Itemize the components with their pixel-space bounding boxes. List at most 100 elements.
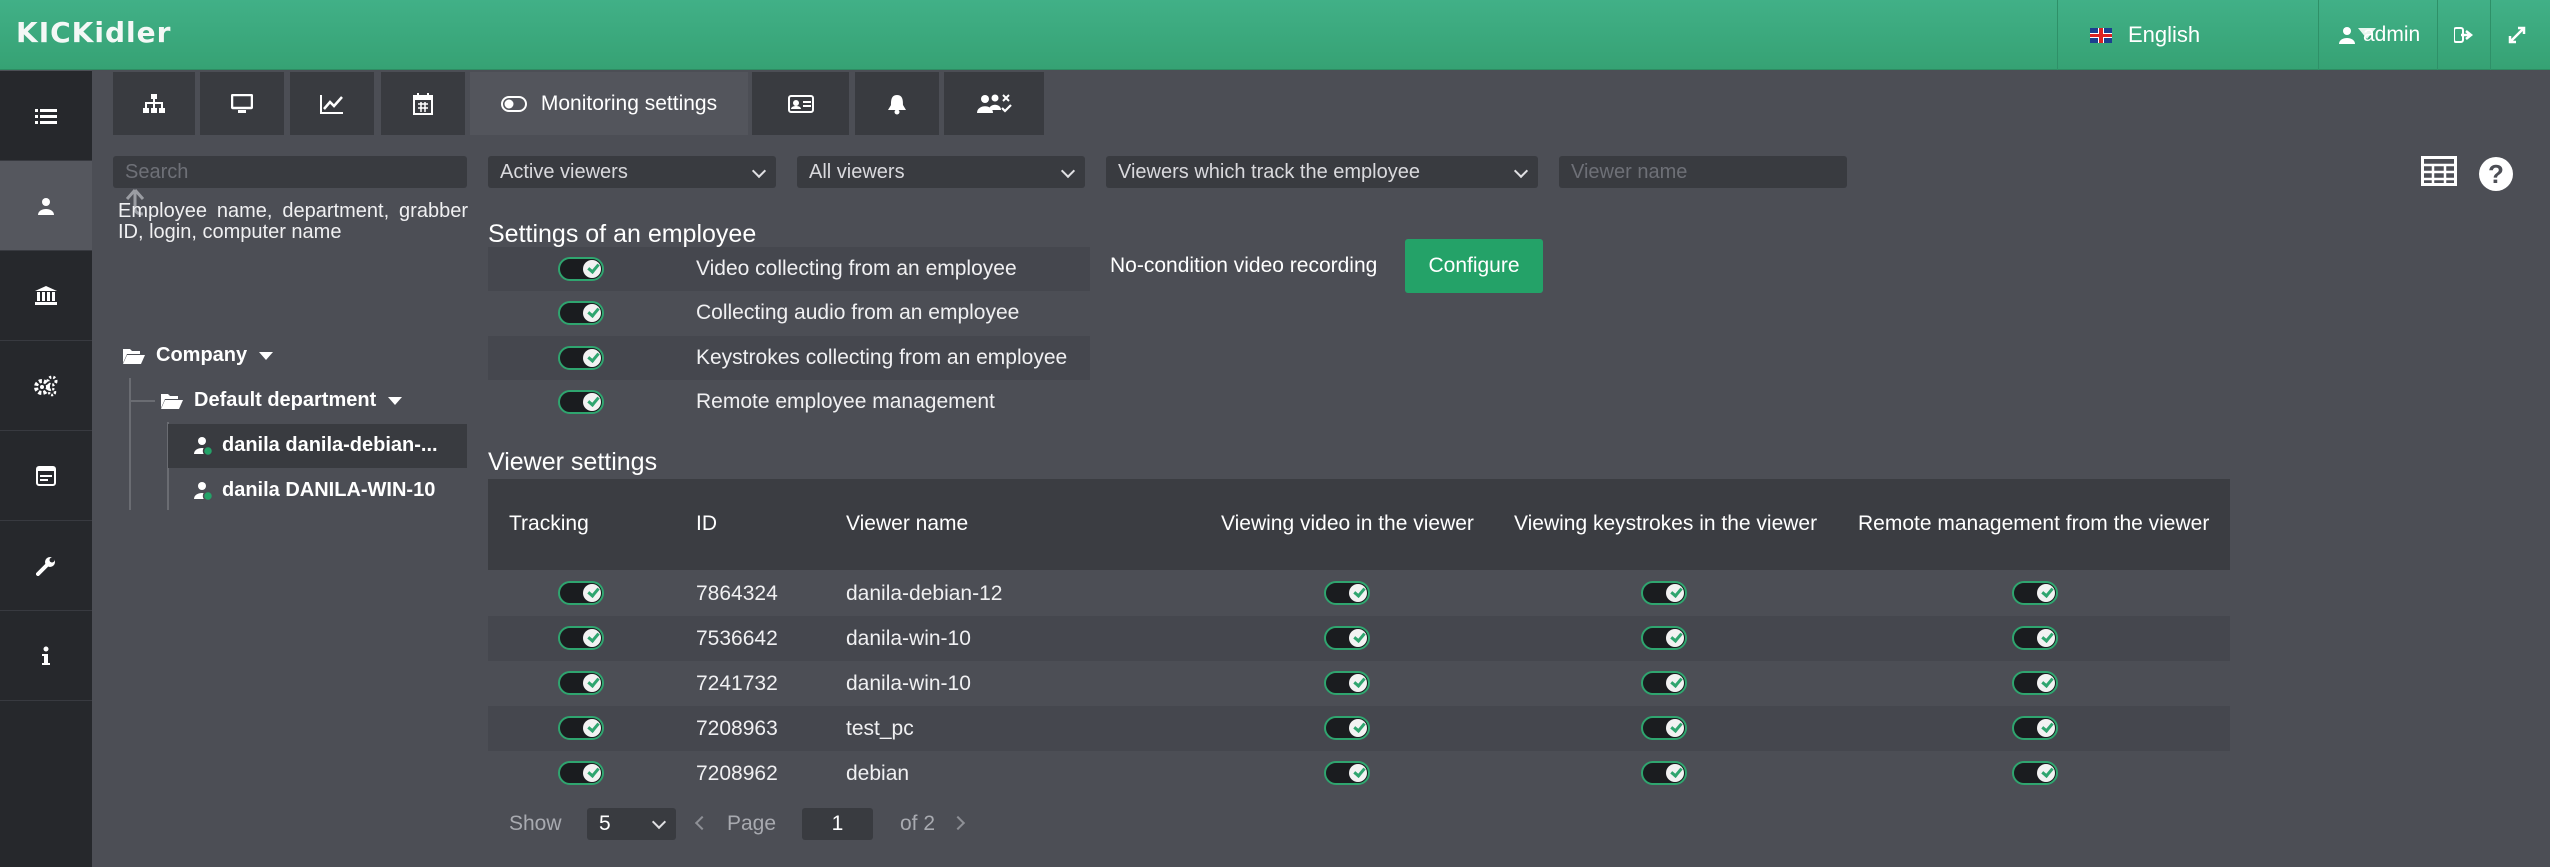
all-viewers-select[interactable]: All viewers bbox=[797, 156, 1085, 188]
page-total: of 2 bbox=[900, 812, 936, 835]
tracking-toggle[interactable] bbox=[558, 626, 604, 650]
setting-label: Video collecting from an employee bbox=[696, 257, 1017, 280]
help-button[interactable]: ? bbox=[2478, 156, 2514, 197]
tracking-filter-value: Viewers which track the employee bbox=[1118, 160, 1420, 183]
uk-flag-icon bbox=[2090, 27, 2112, 43]
video-toggle[interactable] bbox=[1324, 671, 1370, 695]
configure-button[interactable]: Configure bbox=[1405, 239, 1543, 293]
chevron-down-icon bbox=[651, 814, 667, 830]
page-label: Page bbox=[727, 812, 777, 835]
kickidler-logo[interactable]: KICKidler bbox=[16, 16, 171, 49]
sidebar-item-tools[interactable] bbox=[0, 521, 92, 611]
video-toggle[interactable] bbox=[1324, 716, 1370, 740]
viewer-name-input[interactable] bbox=[1559, 156, 1847, 188]
toggle-switch[interactable] bbox=[558, 390, 604, 414]
tracking-toggle[interactable] bbox=[558, 716, 604, 740]
video-toggle[interactable] bbox=[1324, 626, 1370, 650]
video-toggle[interactable] bbox=[1324, 761, 1370, 785]
tree-employee[interactable]: danila danila-debian-... bbox=[194, 434, 438, 457]
tree-department[interactable]: Default department bbox=[160, 389, 403, 412]
sidebar-item-institution[interactable] bbox=[0, 251, 92, 341]
next-page-icon[interactable] bbox=[950, 815, 966, 831]
keystrokes-toggle[interactable] bbox=[1641, 761, 1687, 785]
folder-open-icon bbox=[123, 348, 145, 364]
setting-label: Keystrokes collecting from an employee bbox=[696, 346, 1068, 369]
calendar-window-icon bbox=[36, 465, 56, 486]
tab-analytics[interactable] bbox=[290, 72, 374, 135]
tab-monitor[interactable] bbox=[200, 72, 284, 135]
columns-button[interactable] bbox=[2421, 156, 2457, 191]
user-menu[interactable]: admin bbox=[2318, 0, 2438, 70]
tab-calendar[interactable] bbox=[381, 72, 465, 135]
viewer-name: danila-win-10 bbox=[846, 627, 971, 650]
employee-online-icon bbox=[194, 481, 214, 501]
sidebar-item-schedule[interactable] bbox=[0, 431, 92, 521]
table-row: 7536642 danila-win-10 bbox=[488, 616, 2230, 661]
video-mode-label: No-condition video recording bbox=[1110, 254, 1378, 277]
keystrokes-toggle[interactable] bbox=[1641, 716, 1687, 740]
column-header-remote-management[interactable]: Remote management from the viewer bbox=[1858, 512, 2209, 536]
wrench-icon bbox=[36, 556, 55, 576]
viewer-id: 7208963 bbox=[696, 717, 778, 740]
toggle-switch[interactable] bbox=[558, 346, 604, 370]
tree-company[interactable]: Company bbox=[122, 344, 274, 367]
active-viewers-select[interactable]: Active viewers bbox=[488, 156, 776, 188]
keystrokes-toggle[interactable] bbox=[1641, 626, 1687, 650]
setting-row: Keystrokes collecting from an employee bbox=[488, 336, 1090, 380]
company-label: Company bbox=[156, 344, 248, 366]
remote-toggle[interactable] bbox=[2012, 761, 2058, 785]
remote-toggle[interactable] bbox=[2012, 626, 2058, 650]
table-row: 7864324 danila-debian-12 bbox=[488, 571, 2230, 616]
prev-page-icon[interactable] bbox=[694, 815, 710, 831]
viewer-name: danila-debian-12 bbox=[846, 582, 1003, 605]
department-label: Default department bbox=[194, 389, 377, 411]
column-header-id[interactable]: ID bbox=[696, 512, 717, 536]
column-header-viewer-name[interactable]: Viewer name bbox=[846, 512, 968, 536]
viewer-name: test_pc bbox=[846, 717, 914, 740]
column-header-tracking[interactable]: Tracking bbox=[509, 512, 589, 536]
keystrokes-toggle[interactable] bbox=[1641, 581, 1687, 605]
tab-user-access[interactable] bbox=[944, 72, 1044, 135]
toggle-switch[interactable] bbox=[558, 301, 604, 325]
active-viewers-value: Active viewers bbox=[500, 160, 628, 183]
remote-toggle[interactable] bbox=[2012, 716, 2058, 740]
viewer-id: 7208962 bbox=[696, 762, 778, 785]
column-header-viewing-video[interactable]: Viewing video in the viewer bbox=[1221, 512, 1474, 536]
remote-toggle[interactable] bbox=[2012, 581, 2058, 605]
employee-icon bbox=[38, 197, 54, 215]
video-toggle[interactable] bbox=[1324, 581, 1370, 605]
top-header: KICKidler English admin bbox=[0, 0, 2550, 70]
search-input[interactable] bbox=[113, 156, 467, 188]
caret-down-icon bbox=[388, 396, 403, 405]
sidebar-item-list[interactable] bbox=[0, 71, 92, 161]
sidebar-item-employees[interactable] bbox=[0, 161, 92, 251]
monitor-icon bbox=[231, 93, 253, 113]
caret-down-icon bbox=[259, 351, 274, 360]
employee-settings-title: Settings of an employee bbox=[488, 220, 757, 248]
tree-line bbox=[129, 400, 155, 402]
sidebar-item-settings[interactable] bbox=[0, 341, 92, 431]
page-number-input[interactable]: 1 bbox=[802, 808, 873, 840]
list-icon bbox=[35, 108, 57, 124]
remote-toggle[interactable] bbox=[2012, 671, 2058, 695]
setting-row: Collecting audio from an employee bbox=[488, 291, 1090, 335]
sidebar-item-info[interactable] bbox=[0, 611, 92, 701]
fullscreen-button[interactable] bbox=[2490, 0, 2542, 70]
tab-license[interactable] bbox=[752, 72, 849, 135]
keystrokes-toggle[interactable] bbox=[1641, 671, 1687, 695]
table-row: 7208962 debian bbox=[488, 751, 2230, 796]
tracking-filter-select[interactable]: Viewers which track the employee bbox=[1106, 156, 1538, 188]
logout-button[interactable] bbox=[2437, 0, 2489, 70]
column-header-viewing-keystrokes[interactable]: Viewing keystrokes in the viewer bbox=[1514, 512, 1817, 536]
tree-employee[interactable]: danila DANILA-WIN-10 bbox=[194, 479, 435, 502]
employee-label: danila danila-debian-... bbox=[222, 434, 438, 456]
page-size-select[interactable]: 5 bbox=[587, 808, 676, 840]
tab-structure[interactable] bbox=[113, 72, 195, 135]
tracking-toggle[interactable] bbox=[558, 581, 604, 605]
tab-monitoring-settings[interactable]: Monitoring settings bbox=[470, 72, 748, 135]
chart-icon bbox=[320, 94, 343, 114]
toggle-switch[interactable] bbox=[558, 257, 604, 281]
tab-notifications[interactable] bbox=[855, 72, 939, 135]
tracking-toggle[interactable] bbox=[558, 761, 604, 785]
tracking-toggle[interactable] bbox=[558, 671, 604, 695]
